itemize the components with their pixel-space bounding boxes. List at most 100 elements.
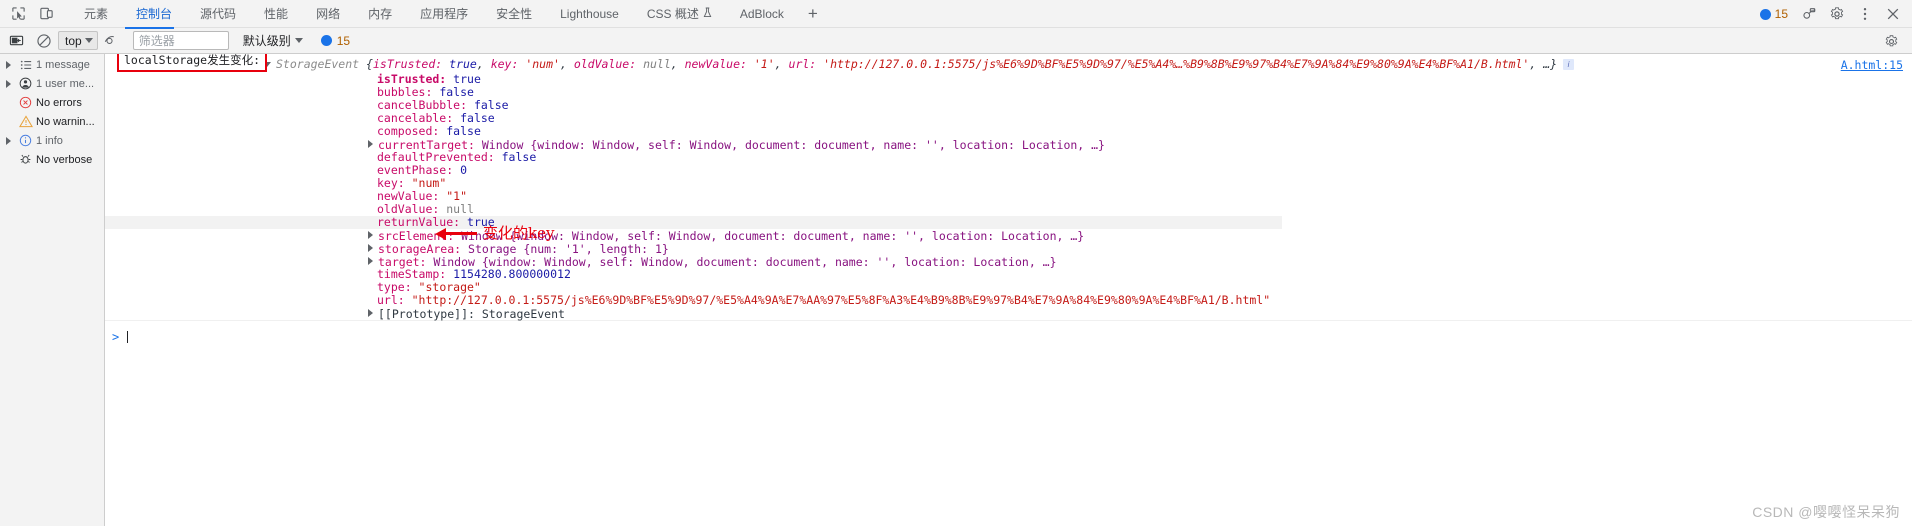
sidebar-item-info[interactable]: 1 info <box>0 131 104 150</box>
property-name: timeStamp: <box>377 267 454 281</box>
settings-gear-icon[interactable] <box>1824 1 1850 27</box>
object-property-row[interactable]: storageArea: Storage {num: '1', length: … <box>105 242 1912 256</box>
tab-performance[interactable]: 性能 <box>250 0 302 28</box>
property-name: bubbles: <box>377 85 440 99</box>
object-property-row[interactable]: returnValue: true <box>105 216 1282 229</box>
property-value: false <box>446 124 481 138</box>
sidebar-item-label: 1 info <box>36 134 63 147</box>
object-property-row[interactable]: composed: false <box>105 125 1912 138</box>
no-entry-icon[interactable] <box>31 29 56 53</box>
preview-token: newValue: <box>684 58 754 71</box>
tab-console[interactable]: 控制台 <box>122 0 186 28</box>
devtools-tab-list: 元素 控制台 源代码 性能 网络 内存 应用程序 安全性 Lighthouse … <box>70 0 828 28</box>
preview-token: , <box>559 58 574 71</box>
console-body: 1 message 1 user me... No errors No warn… <box>0 54 1912 526</box>
preview-token: , <box>670 58 685 71</box>
preview-token: , …} <box>1529 58 1558 71</box>
sidebar-item-verbose[interactable]: No verbose <box>0 150 104 169</box>
property-name: defaultPrevented: <box>377 150 502 164</box>
expand-arrow-icon[interactable] <box>368 309 373 317</box>
sidebar-item-errors[interactable]: No errors <box>0 93 104 112</box>
tab-security[interactable]: 安全性 <box>482 0 546 28</box>
add-tab-button[interactable]: + <box>798 0 828 28</box>
property-value: true <box>453 72 481 86</box>
sidebar-item-warnings[interactable]: No warnin... <box>0 112 104 131</box>
preview-token: key: <box>490 58 526 71</box>
property-value: "storage" <box>418 280 481 294</box>
console-issues-counter[interactable]: 15 <box>320 34 350 48</box>
tab-sources[interactable]: 源代码 <box>186 0 250 28</box>
object-property-row[interactable]: [[Prototype]]: StorageEvent <box>105 307 1912 321</box>
tab-label: Lighthouse <box>560 6 619 21</box>
expand-arrow-icon[interactable] <box>368 257 373 265</box>
issues-dot-icon <box>1759 8 1771 20</box>
live-expression-eye-icon[interactable] <box>100 29 125 53</box>
sidebar-item-label: No errors <box>36 96 82 109</box>
console-settings-gear-icon[interactable] <box>1879 29 1904 53</box>
expand-arrow-icon[interactable] <box>2 60 15 69</box>
property-name: newValue: <box>377 189 447 203</box>
tab-css-overview[interactable]: CSS 概述 <box>633 0 726 28</box>
property-value: false <box>439 85 474 99</box>
property-name: cancelBubble: <box>377 98 474 112</box>
object-class-name: StorageEvent <box>276 58 360 71</box>
property-value: false <box>501 150 537 164</box>
property-name: isTrusted: <box>377 72 454 86</box>
console-log-entry[interactable]: localStorage发生变化: A.html:15 StorageEvent… <box>105 54 1912 321</box>
tab-memory[interactable]: 内存 <box>354 0 406 28</box>
tab-elements[interactable]: 元素 <box>70 0 122 28</box>
chevron-down-icon <box>84 38 93 43</box>
watermark: CSDN @嘤嘤怪呆呆狗 <box>1752 504 1900 520</box>
property-name: eventPhase: <box>377 163 461 177</box>
property-value: "1" <box>446 189 468 203</box>
expand-arrow-icon[interactable] <box>368 244 373 252</box>
property-value: StorageEvent <box>481 307 565 321</box>
clear-console-icon[interactable] <box>4 29 29 53</box>
preview-token: isTrusted: <box>372 58 450 71</box>
preview-token: oldValue: <box>573 58 644 71</box>
object-property-list: isTrusted: true bubbles: false cancelBubbl… <box>105 72 1912 321</box>
device-toolbar-icon[interactable] <box>32 1 60 27</box>
issues-counter[interactable]: 15 <box>1754 3 1794 25</box>
devtools-customize-icon[interactable] <box>1796 1 1822 27</box>
property-name: url: <box>377 293 412 307</box>
tab-adblock[interactable]: AdBlock <box>726 0 798 28</box>
close-icon[interactable] <box>1880 1 1906 27</box>
property-value: Storage {num: '1', length: 1} <box>468 242 669 256</box>
tab-label: 应用程序 <box>420 6 469 21</box>
preview-token: null <box>643 58 671 71</box>
more-options-icon[interactable] <box>1852 1 1878 27</box>
tab-network[interactable]: 网络 <box>302 0 354 28</box>
tab-label: 性能 <box>264 6 289 21</box>
preview-token: { <box>366 58 373 71</box>
inspect-element-icon[interactable] <box>4 1 32 27</box>
tab-label: 网络 <box>316 6 341 21</box>
property-name: storageArea: <box>378 242 469 256</box>
console-sidebar: 1 message 1 user me... No errors No warn… <box>0 54 105 526</box>
tab-label: 元素 <box>84 6 109 21</box>
info-circle-icon <box>17 134 34 147</box>
tab-lighthouse[interactable]: Lighthouse <box>546 0 633 28</box>
filter-input[interactable] <box>132 31 229 50</box>
property-value: "num" <box>411 176 447 190</box>
tab-application[interactable]: 应用程序 <box>406 0 482 28</box>
sidebar-item-user-messages[interactable]: 1 user me... <box>0 74 104 93</box>
log-level-selector[interactable]: 默认级别 <box>243 32 303 49</box>
execution-context-selector[interactable]: top <box>58 31 98 50</box>
console-prompt[interactable]: > <box>105 329 1912 345</box>
property-name: type: <box>377 280 419 294</box>
expand-arrow-icon[interactable] <box>368 231 373 239</box>
tab-label: AdBlock <box>739 6 784 21</box>
execution-context-value: top <box>65 33 82 48</box>
expand-arrow-icon[interactable] <box>368 140 373 148</box>
expand-arrow-icon[interactable] <box>2 79 15 88</box>
localstorage-change-label: localStorage发生变化: <box>117 54 268 72</box>
preview-token: 'http://127.0.0.1:5575/js%E6%9D%BF%E5%9D… <box>823 58 1530 71</box>
sidebar-item-messages[interactable]: 1 message <box>0 55 104 74</box>
expand-arrow-icon[interactable] <box>2 136 15 145</box>
object-property-row[interactable]: srcElement: Window {window: Window, self… <box>105 229 1912 243</box>
object-property-row[interactable]: url: "http://127.0.0.1:5575/js%E6%9D%BF%… <box>105 294 1912 307</box>
console-output[interactable]: localStorage发生变化: A.html:15 StorageEvent… <box>105 54 1912 526</box>
object-header-line[interactable]: StorageEvent {isTrusted: true, key: 'num… <box>105 58 1912 73</box>
sidebar-item-label: No warnin... <box>36 115 95 128</box>
